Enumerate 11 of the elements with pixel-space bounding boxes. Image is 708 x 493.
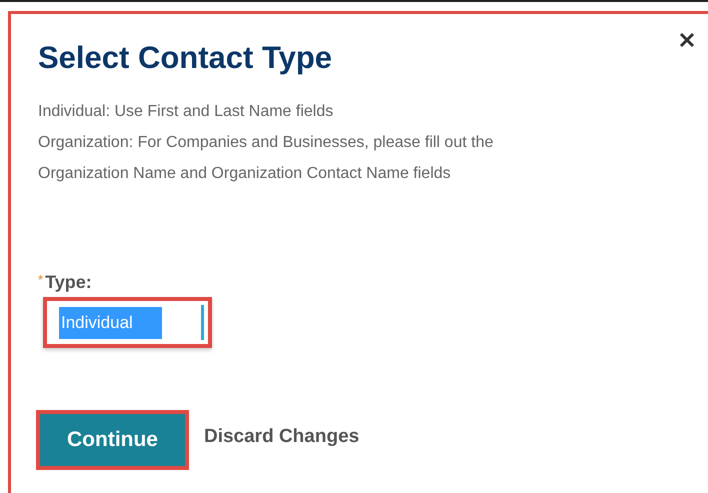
instruction-text: Organization: For Companies and Businesses, please fill out the bbox=[38, 133, 494, 153]
continue-button[interactable]: Continue bbox=[36, 410, 189, 470]
required-mark: * bbox=[38, 272, 44, 287]
type-field[interactable]: Individual bbox=[43, 297, 212, 348]
dialog-title: Select Contact Type bbox=[38, 40, 334, 76]
instruction-text: Organization Name and Organization Contact Name fields bbox=[38, 164, 452, 184]
close-icon[interactable] bbox=[679, 32, 695, 48]
discard-changes-link[interactable]: Discard Changes bbox=[204, 426, 360, 448]
type-label: Type: bbox=[45, 272, 92, 293]
instruction-text: Individual: Use First and Last Name fields bbox=[38, 102, 334, 122]
type-value: Individual bbox=[59, 306, 162, 338]
